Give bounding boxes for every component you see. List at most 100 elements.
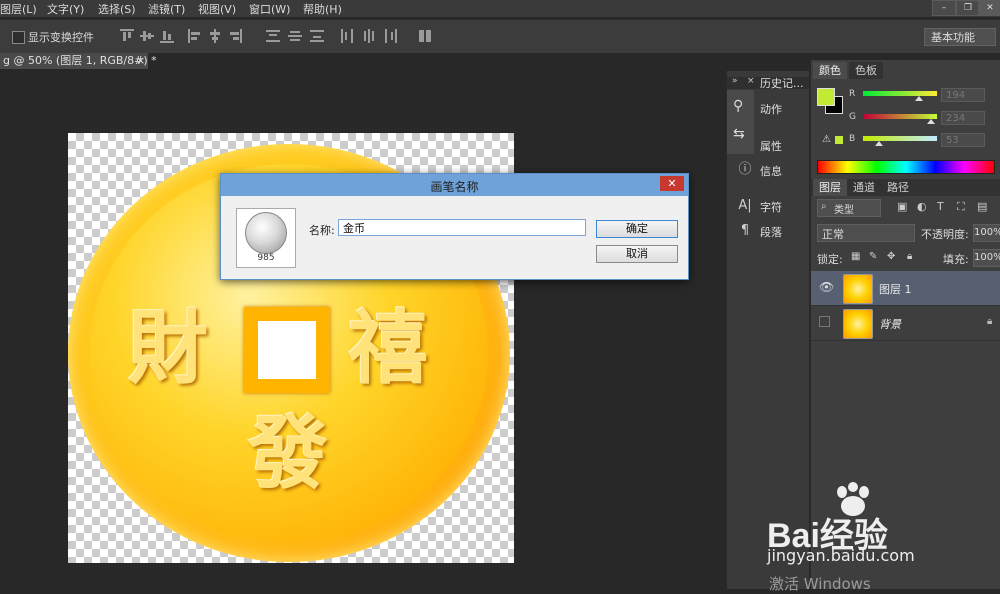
menu-window[interactable]: 窗口(W) (249, 1, 290, 17)
menu-layer[interactable]: 图层(L) (0, 1, 37, 17)
distribute-right-icon[interactable] (384, 29, 398, 43)
panel-character[interactable]: A| 字符 (727, 195, 809, 217)
tab-color[interactable]: 颜色 (813, 62, 847, 79)
visibility-eye-icon[interactable]: 👁︎ (819, 280, 834, 294)
tab-paths[interactable]: 路径 (881, 179, 915, 196)
brush-name-dialog: 画笔名称 ✕ 985 名称: 确定 取消 (220, 173, 689, 280)
clone-source-icon[interactable]: ⇆ (733, 126, 745, 142)
close-window-button[interactable]: ✕ (978, 0, 1000, 16)
tab-swatches[interactable]: 色板 (849, 62, 883, 79)
tab-layers[interactable]: 图层 (813, 179, 847, 196)
panel-info-label: 信息 (760, 165, 782, 178)
gamut-warning-icon[interactable]: ⚠ (822, 134, 831, 145)
channel-r-thumb[interactable] (915, 96, 924, 101)
opacity-input[interactable]: 100% (973, 224, 1000, 242)
menu-help[interactable]: 帮助(H) (303, 1, 342, 17)
layer-row-background[interactable]: 背景 🔒︎ (811, 306, 1000, 341)
filter-pixel-icon[interactable]: ▣ (897, 200, 907, 213)
options-bar: 显示变换控件 基本功能 (0, 19, 1000, 54)
document-tab-title: g @ 50% (图层 1, RGB/8#) * (3, 54, 157, 67)
lock-label: 锁定: (817, 253, 843, 266)
channel-r-slider[interactable] (863, 91, 937, 96)
menu-select[interactable]: 选择(S) (98, 1, 136, 17)
lock-pixels-icon[interactable]: ✎ (869, 251, 877, 262)
distribute-hcenter-icon[interactable] (362, 29, 376, 43)
opacity-label: 不透明度: (921, 228, 969, 241)
dialog-title: 画笔名称 (430, 180, 479, 194)
restore-button[interactable]: ❐ (956, 0, 980, 16)
panel-paragraph[interactable]: ¶ 段落 (727, 220, 809, 242)
layer1-thumbnail (843, 274, 873, 304)
background-layer-name[interactable]: 背景 (879, 316, 901, 332)
channel-r-value[interactable]: 194 (941, 88, 985, 102)
background-thumbnail (843, 309, 873, 339)
menu-bar: 图层(L) 文字(Y) 选择(S) 滤镜(T) 视图(V) 窗口(W) 帮助(H… (0, 0, 1000, 17)
color-spectrum-bar[interactable] (817, 160, 995, 174)
filter-smart-icon[interactable]: ▤ (977, 200, 987, 213)
channel-g-slider[interactable] (863, 114, 937, 119)
coin-char-bottom: 發 (248, 406, 328, 500)
distribute-left-icon[interactable] (340, 29, 354, 43)
filter-type-icon[interactable]: T (937, 200, 944, 213)
filter-adjust-icon[interactable]: ◐ (917, 200, 927, 213)
channel-g-label: G (849, 112, 856, 122)
lock-all-icon[interactable]: 🔒︎ (907, 251, 912, 262)
align-bottom-icon[interactable] (160, 29, 174, 43)
distribute-bottom-icon[interactable] (310, 29, 324, 43)
blend-mode-select[interactable]: 正常 (817, 224, 915, 242)
align-right-icon[interactable] (228, 29, 242, 43)
minimize-button[interactable]: – (932, 0, 956, 16)
baidu-url: jingyan.baidu.com (767, 546, 915, 565)
lock-position-icon[interactable]: ✥ (887, 251, 895, 262)
channel-g-thumb[interactable] (927, 119, 936, 124)
filter-kind-label: 类型 (834, 205, 854, 216)
coin-char-left: 財 (128, 301, 208, 395)
visibility-toggle-off[interactable] (819, 316, 830, 327)
windows-activation-text: 激活 Windows (769, 575, 871, 593)
document-tab[interactable]: g @ 50% (图层 1, RGB/8#) * × (0, 53, 157, 69)
gamut-color-chip[interactable] (835, 136, 843, 144)
channel-r-label: R (849, 89, 856, 99)
filter-kind-select[interactable]: ⌕ 类型 (817, 199, 881, 217)
fill-input[interactable]: 100% (973, 249, 1000, 267)
close-tab-icon[interactable]: × (136, 53, 145, 69)
distribute-vcenter-icon[interactable] (288, 29, 302, 43)
menu-view[interactable]: 视图(V) (198, 1, 236, 17)
dialog-titlebar[interactable]: 画笔名称 ✕ (221, 174, 688, 196)
panel-info[interactable]: ⓘ 信息 (727, 159, 809, 181)
tab-channels[interactable]: 通道 (847, 179, 881, 196)
align-left-icon[interactable] (188, 29, 202, 43)
workspace-select[interactable]: 基本功能 (924, 28, 996, 46)
panel-actions-label: 动作 (760, 103, 782, 116)
layer1-name[interactable]: 图层 1 (879, 281, 912, 297)
panel-character-label: 字符 (760, 201, 782, 214)
ok-button[interactable]: 确定 (596, 220, 678, 238)
paragraph-icon: ¶ (740, 223, 750, 238)
name-label: 名称: (309, 224, 335, 237)
dialog-close-button[interactable]: ✕ (660, 176, 684, 191)
foreground-color-swatch[interactable] (817, 88, 835, 106)
brush-name-input[interactable] (338, 219, 586, 236)
auto-align-icon[interactable] (418, 29, 432, 43)
cancel-button[interactable]: 取消 (596, 245, 678, 263)
align-top-icon[interactable] (120, 29, 134, 43)
menu-type[interactable]: 文字(Y) (47, 1, 84, 17)
tool-icon-strip: ⚲ ⇆ (727, 90, 754, 154)
brush-size: 985 (257, 253, 275, 263)
menu-filter[interactable]: 滤镜(T) (148, 1, 185, 17)
channel-b-thumb[interactable] (874, 141, 883, 146)
align-vcenter-icon[interactable] (140, 29, 154, 43)
layer-row-layer1[interactable]: 👁︎ 图层 1 (811, 271, 1000, 306)
channel-b-value[interactable]: 53 (941, 133, 985, 147)
brush-preset-icon[interactable]: ⚲ (733, 98, 743, 114)
filter-shape-icon[interactable]: ⛶ (957, 200, 965, 214)
lock-transparent-icon[interactable]: ▦ (851, 251, 860, 262)
panel-history-label: 历史记... (760, 77, 804, 90)
info-icon: ⓘ (738, 162, 752, 177)
dialog-body: 985 名称: 确定 取消 (222, 196, 687, 278)
show-transform-checkbox[interactable] (12, 31, 25, 44)
align-hcenter-icon[interactable] (208, 29, 222, 43)
channel-g-value[interactable]: 234 (941, 111, 985, 125)
channel-b-label: B (849, 134, 856, 144)
distribute-top-icon[interactable] (266, 29, 280, 43)
